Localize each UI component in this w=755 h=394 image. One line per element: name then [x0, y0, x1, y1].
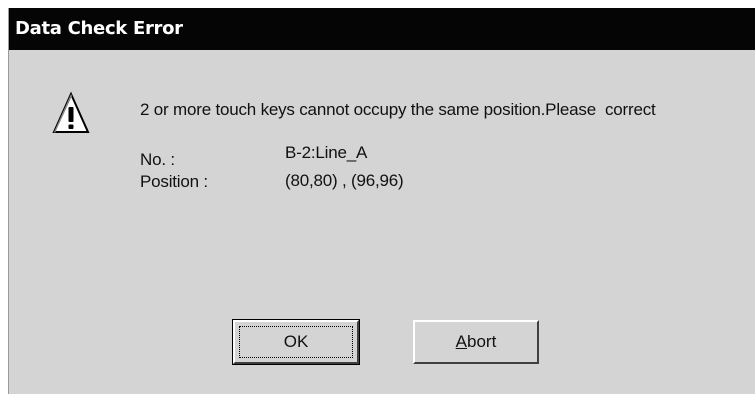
error-message: 2 or more touch keys cannot occupy the s… — [140, 100, 656, 119]
no-value: B-2:Line_A — [285, 143, 368, 162]
position-value: (80,80) , (96,96) — [285, 171, 404, 190]
dialog-title: Data Check Error — [9, 8, 755, 50]
warning-icon — [52, 91, 90, 133]
error-dialog: Data Check Error 2 or more touch keys ca… — [8, 8, 755, 394]
abort-button-label: Abort — [456, 332, 497, 351]
ok-button[interactable]: OK — [232, 319, 360, 365]
no-label: No. : — [140, 150, 175, 169]
abort-button[interactable]: Abort — [413, 320, 539, 364]
abort-label-rest: bort — [467, 332, 497, 351]
abort-mnemonic: A — [455, 332, 468, 351]
ok-button-label: OK — [283, 332, 309, 351]
position-label: Position : — [140, 172, 208, 191]
